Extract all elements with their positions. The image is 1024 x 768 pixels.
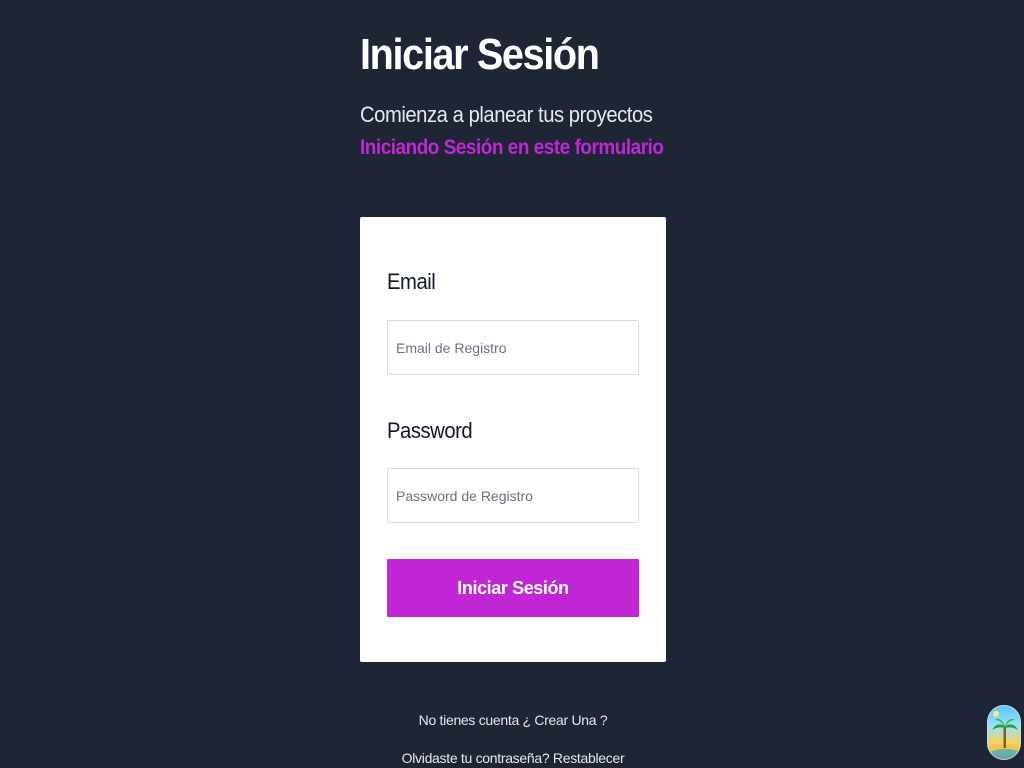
beach-island-icon[interactable] [987,705,1021,760]
page-header: Iniciar Sesión Comienza a planear tus pr… [360,30,697,160]
reset-password-link[interactable]: Olvidaste tu contraseña? Restablecer [360,750,666,766]
create-account-link[interactable]: No tienes cuenta ¿ Crear Una ? [360,712,666,728]
login-submit-button[interactable]: Iniciar Sesión [387,559,639,617]
email-field[interactable] [387,320,639,375]
page-subtitle-accent: Iniciando Sesión en este formulario [360,136,664,159]
login-form: Email Password Iniciar Sesión [360,217,666,662]
page-title: Iniciar Sesión [360,30,600,79]
login-page: Iniciar Sesión Comienza a planear tus pr… [0,0,1024,768]
password-field[interactable] [387,468,639,523]
page-subtitle: Comienza a planear tus proyectos [360,102,653,127]
password-label: Password [387,418,473,443]
auth-links: No tienes cuenta ¿ Crear Una ? Olvidaste… [360,712,666,766]
email-label: Email [387,269,436,294]
